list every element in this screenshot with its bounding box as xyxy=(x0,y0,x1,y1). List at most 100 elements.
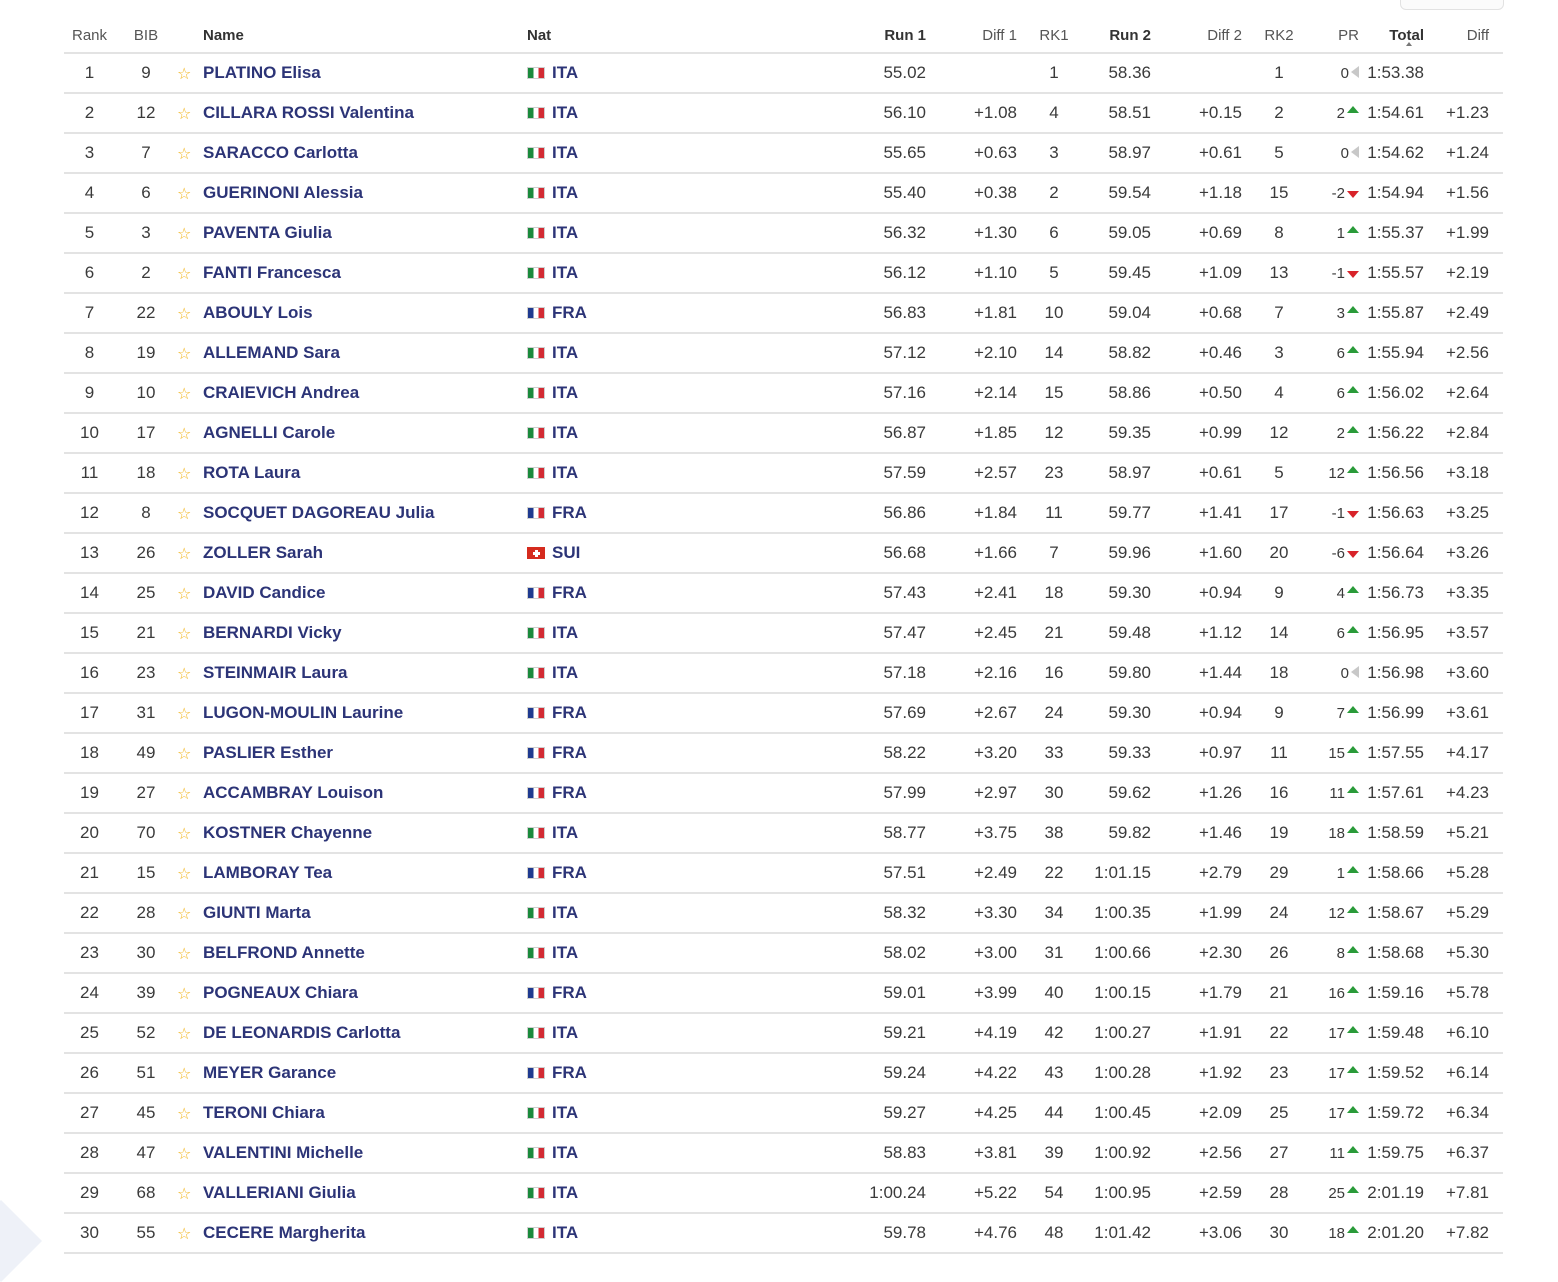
table-row[interactable]: 12 8 ☆ SOCQUET DAGOREAU Julia FRA 56.86 +1.84 1… xyxy=(64,494,1503,534)
athlete-name-link[interactable]: BERNARDI Vicky xyxy=(203,623,342,643)
table-row[interactable]: 18 49 ☆ PASLIER Esther FRA 58.22 +3.20 33 59.33 +… xyxy=(64,734,1503,774)
favorite-star-icon[interactable]: ☆ xyxy=(177,1184,193,1204)
header-name[interactable]: Name xyxy=(203,27,244,44)
table-row[interactable]: 24 39 ☆ POGNEAUX Chiara FRA 59.01 +3.99 40 1:00.… xyxy=(64,974,1503,1014)
favorite-star-icon[interactable]: ☆ xyxy=(177,544,193,564)
table-row[interactable]: 19 27 ☆ ACCAMBRAY Louison FRA 57.99 +2.97 30 59.… xyxy=(64,774,1503,814)
favorite-star-icon[interactable]: ☆ xyxy=(177,584,193,604)
favorite-star-icon[interactable]: ☆ xyxy=(177,304,193,324)
athlete-name-link[interactable]: BELFROND Annette xyxy=(203,943,365,963)
favorite-star-icon[interactable]: ☆ xyxy=(177,1224,193,1244)
favorite-star-icon[interactable]: ☆ xyxy=(177,984,193,1004)
favorite-star-icon[interactable]: ☆ xyxy=(177,864,193,884)
athlete-name-link[interactable]: CECERE Margherita xyxy=(203,1223,365,1243)
athlete-name-link[interactable]: GUERINONI Alessia xyxy=(203,183,363,203)
table-row[interactable]: 26 51 ☆ MEYER Garance FRA 59.24 +4.22 43 1:00.28… xyxy=(64,1054,1503,1094)
athlete-name-link[interactable]: SARACCO Carlotta xyxy=(203,143,358,163)
favorite-star-icon[interactable]: ☆ xyxy=(177,1024,193,1044)
table-row[interactable]: 23 30 ☆ BELFROND Annette ITA 58.02 +3.00 31 1:00… xyxy=(64,934,1503,974)
table-row[interactable]: 6 2 ☆ FANTI Francesca ITA 56.12 +1.10 5 59.45 +1.… xyxy=(64,254,1503,294)
header-rk1[interactable]: RK1 xyxy=(1034,27,1074,44)
athlete-name-link[interactable]: VALENTINI Michelle xyxy=(203,1143,363,1163)
favorite-star-icon[interactable]: ☆ xyxy=(177,264,193,284)
athlete-name-link[interactable]: LAMBORAY Tea xyxy=(203,863,332,883)
table-row[interactable]: 29 68 ☆ VALLERIANI Giulia ITA 1:00.24 +5.22 54 1… xyxy=(64,1174,1503,1214)
header-total[interactable]: Total xyxy=(1349,27,1424,44)
table-row[interactable]: 8 19 ☆ ALLEMAND Sara ITA 57.12 +2.10 14 58.82 +0.… xyxy=(64,334,1503,374)
header-diff2[interactable]: Diff 2 xyxy=(1169,27,1242,44)
athlete-name-link[interactable]: ZOLLER Sarah xyxy=(203,543,323,563)
table-row[interactable]: 30 55 ☆ CECERE Margherita ITA 59.78 +4.76 48 1:0… xyxy=(64,1214,1503,1254)
athlete-name-link[interactable]: DAVID Candice xyxy=(203,583,326,603)
header-run2[interactable]: Run 2 xyxy=(1079,27,1151,44)
table-row[interactable]: 14 25 ☆ DAVID Candice FRA 57.43 +2.41 18 59.30 +0… xyxy=(64,574,1503,614)
table-row[interactable]: 13 26 ☆ ZOLLER Sarah SUI 56.68 +1.66 7 59.96 +1.6… xyxy=(64,534,1503,574)
favorite-star-icon[interactable]: ☆ xyxy=(177,784,193,804)
athlete-name-link[interactable]: AGNELLI Carole xyxy=(203,423,335,443)
header-bib[interactable]: BIB xyxy=(125,27,167,44)
athlete-name-link[interactable]: LUGON-MOULIN Laurine xyxy=(203,703,403,723)
athlete-name-link[interactable]: PASLIER Esther xyxy=(203,743,333,763)
favorite-star-icon[interactable]: ☆ xyxy=(177,1144,193,1164)
athlete-name-link[interactable]: ALLEMAND Sara xyxy=(203,343,340,363)
athlete-name-link[interactable]: ROTA Laura xyxy=(203,463,300,483)
athlete-name-link[interactable]: KOSTNER Chayenne xyxy=(203,823,372,843)
favorite-star-icon[interactable]: ☆ xyxy=(177,64,193,84)
favorite-star-icon[interactable]: ☆ xyxy=(177,904,193,924)
favorite-star-icon[interactable]: ☆ xyxy=(177,944,193,964)
header-diff[interactable]: Diff xyxy=(1429,27,1489,44)
table-row[interactable]: 5 3 ☆ PAVENTA Giulia ITA 56.32 +1.30 6 59.05 +0.6… xyxy=(64,214,1503,254)
favorite-star-icon[interactable]: ☆ xyxy=(177,704,193,724)
favorite-star-icon[interactable]: ☆ xyxy=(177,224,193,244)
athlete-name-link[interactable]: ACCAMBRAY Louison xyxy=(203,783,383,803)
favorite-star-icon[interactable]: ☆ xyxy=(177,184,193,204)
table-row[interactable]: 22 28 ☆ GIUNTI Marta ITA 58.32 +3.30 34 1:00.35 +… xyxy=(64,894,1503,934)
table-row[interactable]: 11 18 ☆ ROTA Laura ITA 57.59 +2.57 23 58.97 +0.61… xyxy=(64,454,1503,494)
athlete-name-link[interactable]: POGNEAUX Chiara xyxy=(203,983,358,1003)
header-nat[interactable]: Nat xyxy=(527,27,551,44)
header-diff1[interactable]: Diff 1 xyxy=(944,27,1017,44)
favorite-star-icon[interactable]: ☆ xyxy=(177,344,193,364)
header-rk2[interactable]: RK2 xyxy=(1259,27,1299,44)
favorite-star-icon[interactable]: ☆ xyxy=(177,104,193,124)
table-row[interactable]: 17 31 ☆ LUGON-MOULIN Laurine FRA 57.69 +2.67 24… xyxy=(64,694,1503,734)
table-row[interactable]: 1 9 ☆ PLATINO Elisa ITA 55.02 1 58.36 1 0 1:53.38 xyxy=(64,54,1503,94)
favorite-star-icon[interactable]: ☆ xyxy=(177,624,193,644)
table-row[interactable]: 15 21 ☆ BERNARDI Vicky ITA 57.47 +2.45 21 59.48 +… xyxy=(64,614,1503,654)
table-row[interactable]: 21 15 ☆ LAMBORAY Tea FRA 57.51 +2.49 22 1:01.15 +… xyxy=(64,854,1503,894)
table-row[interactable]: 3 7 ☆ SARACCO Carlotta ITA 55.65 +0.63 3 58.97 +0… xyxy=(64,134,1503,174)
athlete-name-link[interactable]: GIUNTI Marta xyxy=(203,903,311,923)
favorite-star-icon[interactable]: ☆ xyxy=(177,504,193,524)
favorite-star-icon[interactable]: ☆ xyxy=(177,744,193,764)
header-rank[interactable]: Rank xyxy=(64,27,115,44)
favorite-star-icon[interactable]: ☆ xyxy=(177,144,193,164)
table-row[interactable]: 10 17 ☆ AGNELLI Carole ITA 56.87 +1.85 12 59.35 +… xyxy=(64,414,1503,454)
athlete-name-link[interactable]: TERONI Chiara xyxy=(203,1103,325,1123)
athlete-name-link[interactable]: PAVENTA Giulia xyxy=(203,223,332,243)
favorite-star-icon[interactable]: ☆ xyxy=(177,664,193,684)
athlete-name-link[interactable]: STEINMAIR Laura xyxy=(203,663,348,683)
athlete-name-link[interactable]: FANTI Francesca xyxy=(203,263,341,283)
table-row[interactable]: 7 22 ☆ ABOULY Lois FRA 56.83 +1.81 10 59.04 +0.68… xyxy=(64,294,1503,334)
favorite-star-icon[interactable]: ☆ xyxy=(177,464,193,484)
athlete-name-link[interactable]: MEYER Garance xyxy=(203,1063,336,1083)
favorite-star-icon[interactable]: ☆ xyxy=(177,1104,193,1124)
table-row[interactable]: 4 6 ☆ GUERINONI Alessia ITA 55.40 +0.38 2 59.54 +… xyxy=(64,174,1503,214)
favorite-star-icon[interactable]: ☆ xyxy=(177,824,193,844)
athlete-name-link[interactable]: CRAIEVICH Andrea xyxy=(203,383,359,403)
favorite-star-icon[interactable]: ☆ xyxy=(177,424,193,444)
table-row[interactable]: 25 52 ☆ DE LEONARDIS Carlotta ITA 59.21 +4.19 4… xyxy=(64,1014,1503,1054)
table-row[interactable]: 9 10 ☆ CRAIEVICH Andrea ITA 57.16 +2.14 15 58.86… xyxy=(64,374,1503,414)
athlete-name-link[interactable]: CILLARA ROSSI Valentina xyxy=(203,103,414,123)
athlete-name-link[interactable]: PLATINO Elisa xyxy=(203,63,321,83)
table-row[interactable]: 28 47 ☆ VALENTINI Michelle ITA 58.83 +3.81 39 1:… xyxy=(64,1134,1503,1174)
table-row[interactable]: 16 23 ☆ STEINMAIR Laura ITA 57.18 +2.16 16 59.80… xyxy=(64,654,1503,694)
table-row[interactable]: 20 70 ☆ KOSTNER Chayenne ITA 58.77 +3.75 38 59.8… xyxy=(64,814,1503,854)
athlete-name-link[interactable]: SOCQUET DAGOREAU Julia xyxy=(203,503,434,523)
header-run1[interactable]: Run 1 xyxy=(854,27,926,44)
athlete-name-link[interactable]: VALLERIANI Giulia xyxy=(203,1183,356,1203)
favorite-star-icon[interactable]: ☆ xyxy=(177,384,193,404)
athlete-name-link[interactable]: DE LEONARDIS Carlotta xyxy=(203,1023,400,1043)
athlete-name-link[interactable]: ABOULY Lois xyxy=(203,303,313,323)
favorite-star-icon[interactable]: ☆ xyxy=(177,1064,193,1084)
